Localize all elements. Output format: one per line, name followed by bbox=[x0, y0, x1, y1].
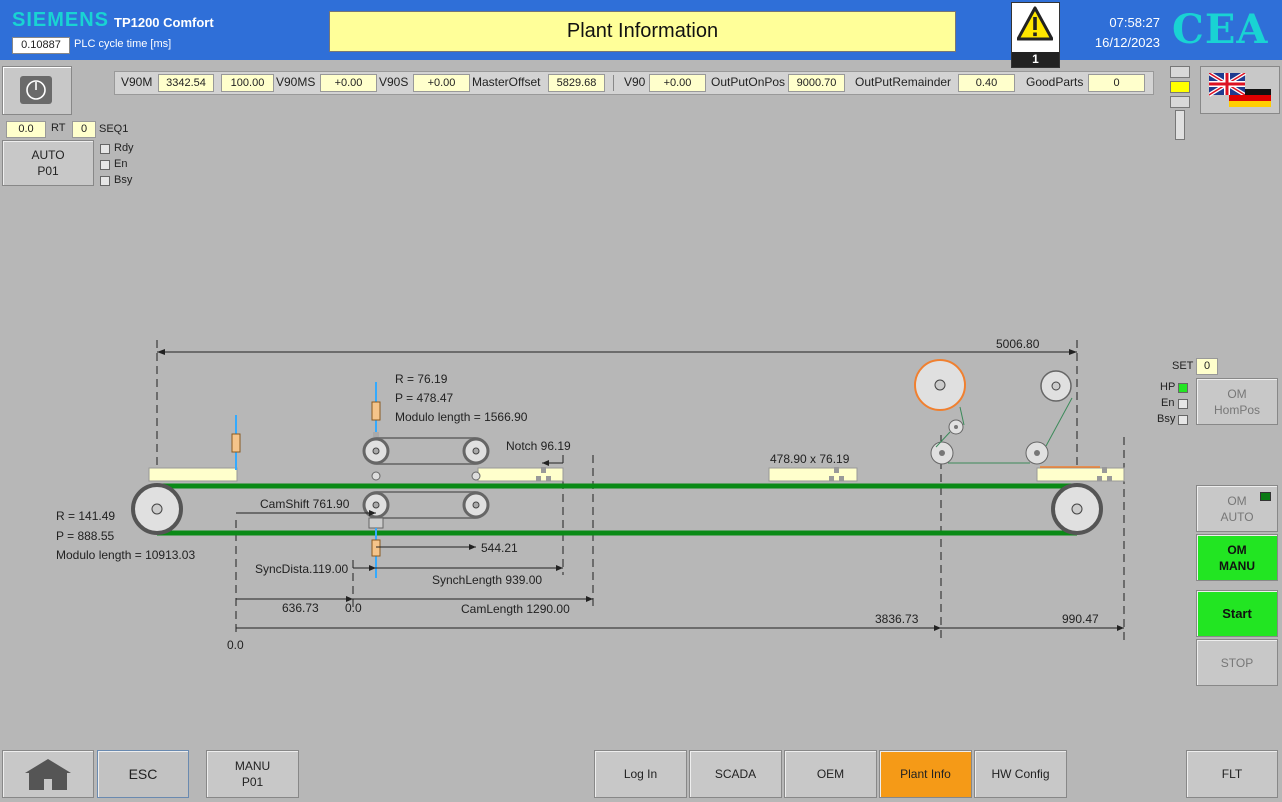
en-right-indicator bbox=[1178, 399, 1188, 409]
om-hompos-line1: OM bbox=[1227, 386, 1247, 401]
hw-config-button[interactable]: HW Config bbox=[974, 750, 1067, 798]
stop-button[interactable]: STOP bbox=[1196, 639, 1278, 686]
start-button[interactable]: Start bbox=[1196, 590, 1278, 637]
set-label: SET bbox=[1172, 360, 1194, 372]
manu-label: MANU bbox=[234, 759, 271, 773]
small-roller-radius: R = 76.19 bbox=[395, 372, 448, 386]
small-roller-modulo: Modulo length = 1566.90 bbox=[395, 410, 528, 424]
syncdista-label: SyncDista.119.00 bbox=[255, 562, 349, 576]
value-990: 990.47 bbox=[1062, 612, 1099, 626]
flt-button[interactable]: FLT bbox=[1186, 750, 1278, 798]
login-label: Log In bbox=[623, 767, 658, 781]
manu-p01-label: P01 bbox=[241, 775, 264, 789]
om-hompos-button[interactable]: OM HomPos bbox=[1196, 378, 1278, 425]
om-auto-line2: AUTO bbox=[1220, 509, 1254, 524]
en-right-label: En bbox=[1161, 397, 1175, 409]
small-roller-p: P = 478.47 bbox=[395, 391, 454, 405]
scada-button[interactable]: SCADA bbox=[689, 750, 782, 798]
om-auto-line1: OM bbox=[1227, 493, 1247, 508]
bsy-right-label: Bsy bbox=[1157, 413, 1176, 425]
value-636: 636.73 bbox=[282, 601, 319, 615]
om-manu-line1: OM bbox=[1227, 542, 1247, 557]
login-button[interactable]: Log In bbox=[594, 750, 687, 798]
om-auto-indicator bbox=[1260, 492, 1271, 501]
zero-origin: 0.0 bbox=[227, 638, 244, 652]
value-3836: 3836.73 bbox=[875, 612, 919, 626]
set-value: 0 bbox=[1196, 358, 1218, 375]
value-544: 544.21 bbox=[481, 541, 518, 555]
om-manu-line2: MANU bbox=[1219, 558, 1255, 573]
flt-label: FLT bbox=[1221, 767, 1243, 781]
zero-offset: 0.0 bbox=[345, 601, 362, 615]
camlength-label: CamLength 1290.00 bbox=[461, 602, 570, 616]
om-manu-button[interactable]: OM MANU bbox=[1196, 534, 1278, 581]
bsy-right-indicator bbox=[1178, 415, 1188, 425]
plant-diagram bbox=[131, 340, 1125, 640]
om-hompos-line2: HomPos bbox=[1213, 402, 1260, 417]
plant-info-label: Plant Info bbox=[900, 767, 951, 781]
om-auto-button[interactable]: OM AUTO bbox=[1196, 485, 1278, 532]
start-label: Start bbox=[1222, 605, 1252, 621]
hp-label: HP bbox=[1160, 381, 1176, 393]
home-button[interactable] bbox=[2, 750, 94, 798]
big-roller-radius: R = 141.49 bbox=[56, 509, 116, 523]
manu-p01-button[interactable]: MANU P01 bbox=[206, 750, 299, 798]
big-roller-p: P = 888.55 bbox=[56, 529, 115, 543]
synchlength-label: SynchLength 939.00 bbox=[432, 573, 543, 587]
oem-button[interactable]: OEM bbox=[784, 750, 877, 798]
hp-indicator bbox=[1178, 383, 1188, 393]
total-length-label: 5006.80 bbox=[996, 337, 1040, 351]
scada-label: SCADA bbox=[714, 767, 757, 781]
home-icon bbox=[25, 759, 71, 790]
hw-config-label: HW Config bbox=[991, 767, 1050, 781]
esc-label: ESC bbox=[128, 766, 158, 782]
notch-label: Notch 96.19 bbox=[506, 439, 571, 453]
label-size: 478.90 x 76.19 bbox=[770, 452, 850, 466]
big-roller-modulo: Modulo length = 10913.03 bbox=[56, 548, 196, 562]
camshift-label: CamShift 761.90 bbox=[260, 497, 350, 511]
esc-button[interactable]: ESC bbox=[97, 750, 189, 798]
stop-label: STOP bbox=[1220, 655, 1254, 670]
plant-info-button[interactable]: Plant Info bbox=[879, 750, 972, 798]
oem-label: OEM bbox=[816, 767, 845, 781]
